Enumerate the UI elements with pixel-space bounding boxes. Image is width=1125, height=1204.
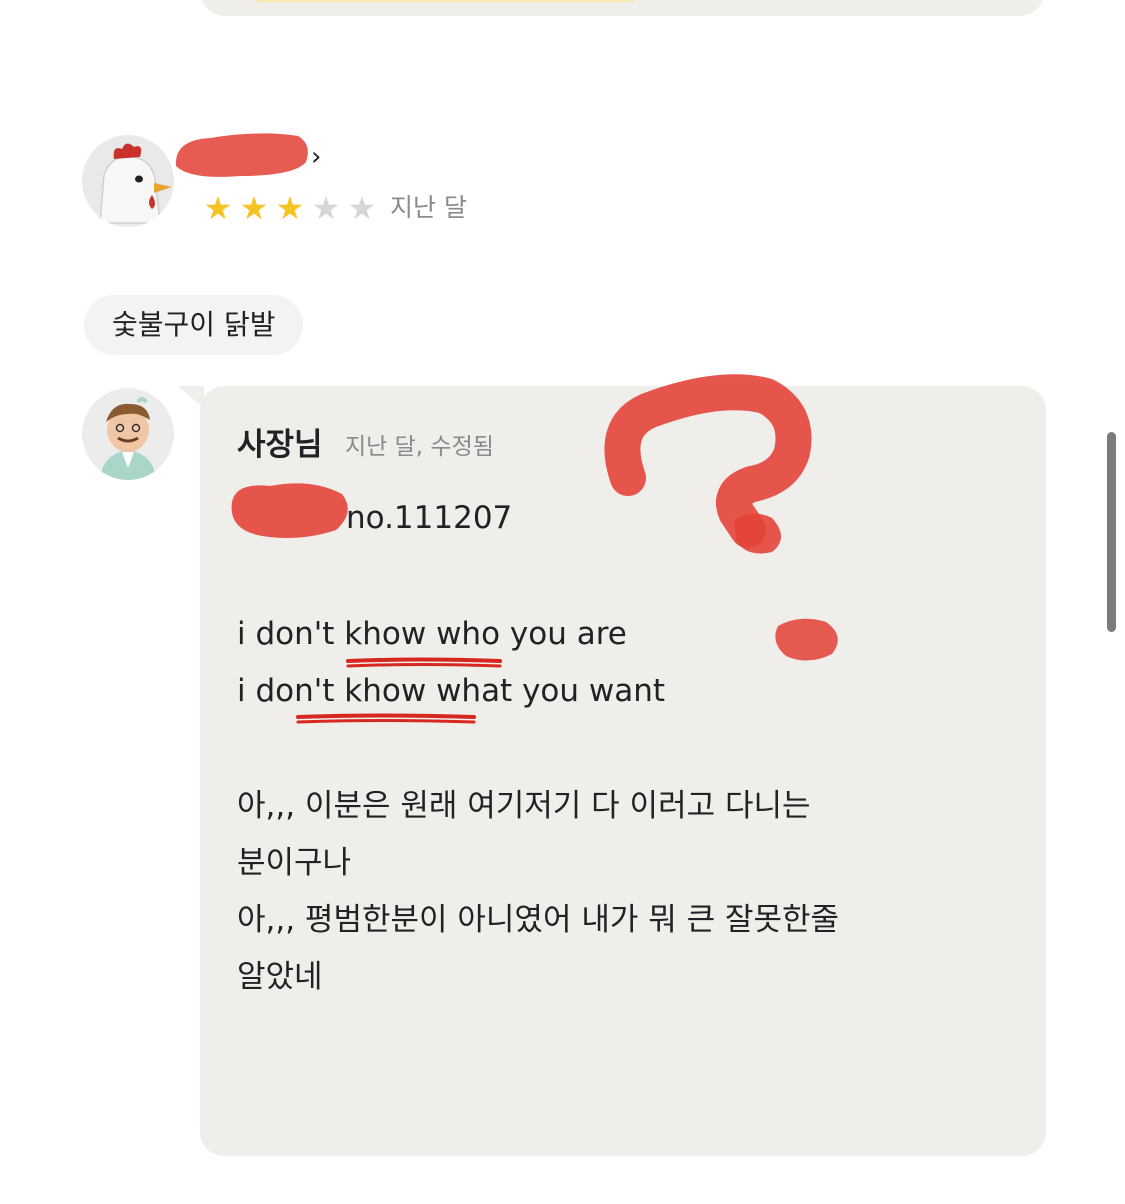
reply-line: i don't khow what you want xyxy=(237,673,666,709)
reviewer-name-redacted[interactable] xyxy=(170,128,310,184)
chef-avatar-icon xyxy=(82,388,174,480)
scrollbar-thumb[interactable] xyxy=(1107,432,1116,632)
reply-line: 아,,, 평범한분이 아니였어 내가 뭐 큰 잘못한줄 xyxy=(237,902,840,938)
reply-line: 분이구나 xyxy=(237,845,352,881)
review-date: 지난 달 xyxy=(390,193,467,222)
star-filled-icon: ★ xyxy=(239,189,269,227)
reply-line: 아,,, 이분은 원래 여기저기 다 이러고 다니는 xyxy=(237,788,811,824)
chevron-right-icon[interactable]: › xyxy=(311,142,321,172)
previous-review-card xyxy=(200,0,1045,16)
star-empty-icon: ★ xyxy=(311,189,341,227)
star-rating: ★ ★ ★ ★ ★ xyxy=(200,190,380,226)
chicken-avatar-icon[interactable] xyxy=(82,135,174,227)
reply-line: i don't khow who you are xyxy=(237,616,627,652)
star-filled-icon: ★ xyxy=(275,189,305,227)
highlight-mark xyxy=(255,0,635,2)
owner-reply-meta: 지난 달, 수정됨 xyxy=(345,434,494,460)
owner-name: 사장님 xyxy=(237,427,323,463)
star-filled-icon: ★ xyxy=(203,189,233,227)
reply-line: 알았네 xyxy=(237,959,323,995)
owner-reply-card xyxy=(200,386,1046,1156)
star-empty-icon: ★ xyxy=(347,189,377,227)
order-number: no.111207 xyxy=(346,500,513,536)
menu-tag[interactable]: 숯불구이 닭발 xyxy=(84,295,304,355)
